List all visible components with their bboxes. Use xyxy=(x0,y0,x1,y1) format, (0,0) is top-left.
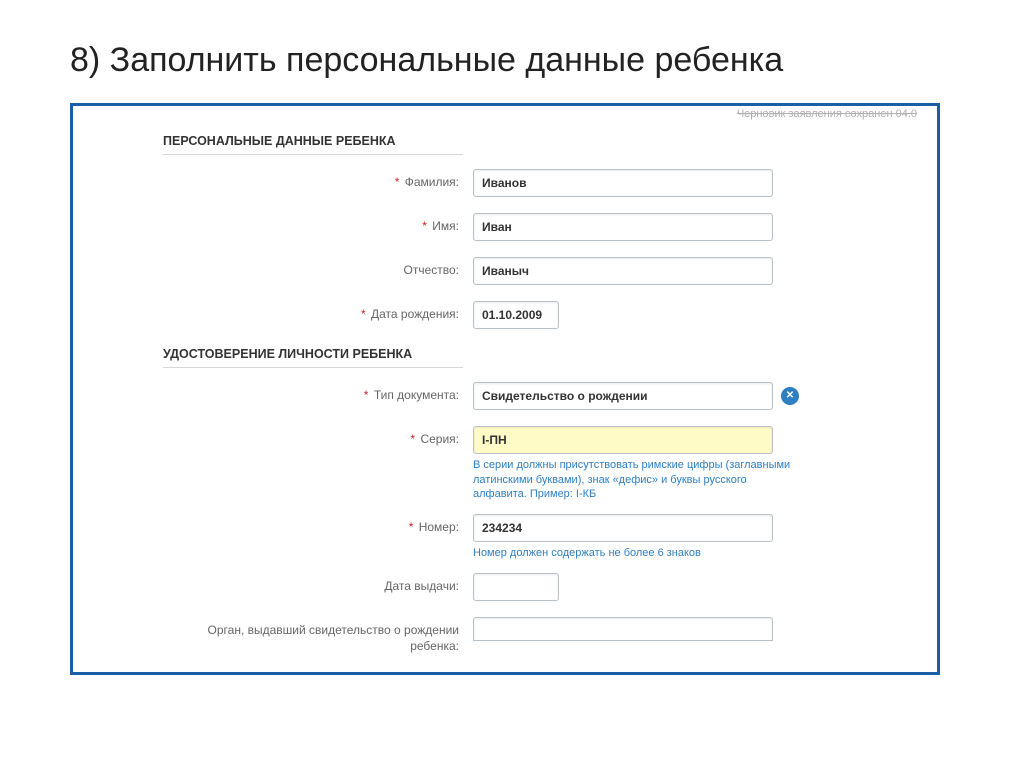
number-input[interactable] xyxy=(473,514,773,542)
dob-label: * Дата рождения: xyxy=(163,301,473,323)
section-identity-heading: УДОСТОВЕРЕНИЕ ЛИЧНОСТИ РЕБЕНКА xyxy=(163,347,463,368)
issue-date-label: Дата выдачи: xyxy=(163,573,473,595)
issuer-input[interactable] xyxy=(473,617,773,641)
doc-type-select[interactable] xyxy=(473,382,773,410)
patronymic-label: Отчество: xyxy=(163,257,473,279)
form-frame: Черновик заявления сохранен 04.0 ПЕРСОНА… xyxy=(70,103,940,675)
dob-input[interactable] xyxy=(473,301,559,329)
issue-date-input[interactable] xyxy=(473,573,559,601)
patronymic-input[interactable] xyxy=(473,257,773,285)
draft-saved-note: Черновик заявления сохранен 04.0 xyxy=(737,108,917,120)
issuer-label: Орган, выдавший свидетельство о рождении… xyxy=(163,617,473,654)
series-label: * Серия: xyxy=(163,426,473,448)
doc-type-label: * Тип документа: xyxy=(163,382,473,404)
slide-title: 8) Заполнить персональные данные ребенка xyxy=(70,40,954,81)
surname-input[interactable] xyxy=(473,169,773,197)
surname-label: * Фамилия: xyxy=(163,169,473,191)
series-input[interactable] xyxy=(473,426,773,454)
number-label: * Номер: xyxy=(163,514,473,536)
name-input[interactable] xyxy=(473,213,773,241)
section-personal-heading: ПЕРСОНАЛЬНЫЕ ДАННЫЕ РЕБЕНКА xyxy=(163,134,463,155)
clear-doc-type-icon[interactable] xyxy=(781,387,799,405)
number-hint: Номер должен содержать не более 6 знаков xyxy=(473,546,793,561)
name-label: * Имя: xyxy=(163,213,473,235)
series-hint: В серии должны присутствовать римские ци… xyxy=(473,458,793,503)
